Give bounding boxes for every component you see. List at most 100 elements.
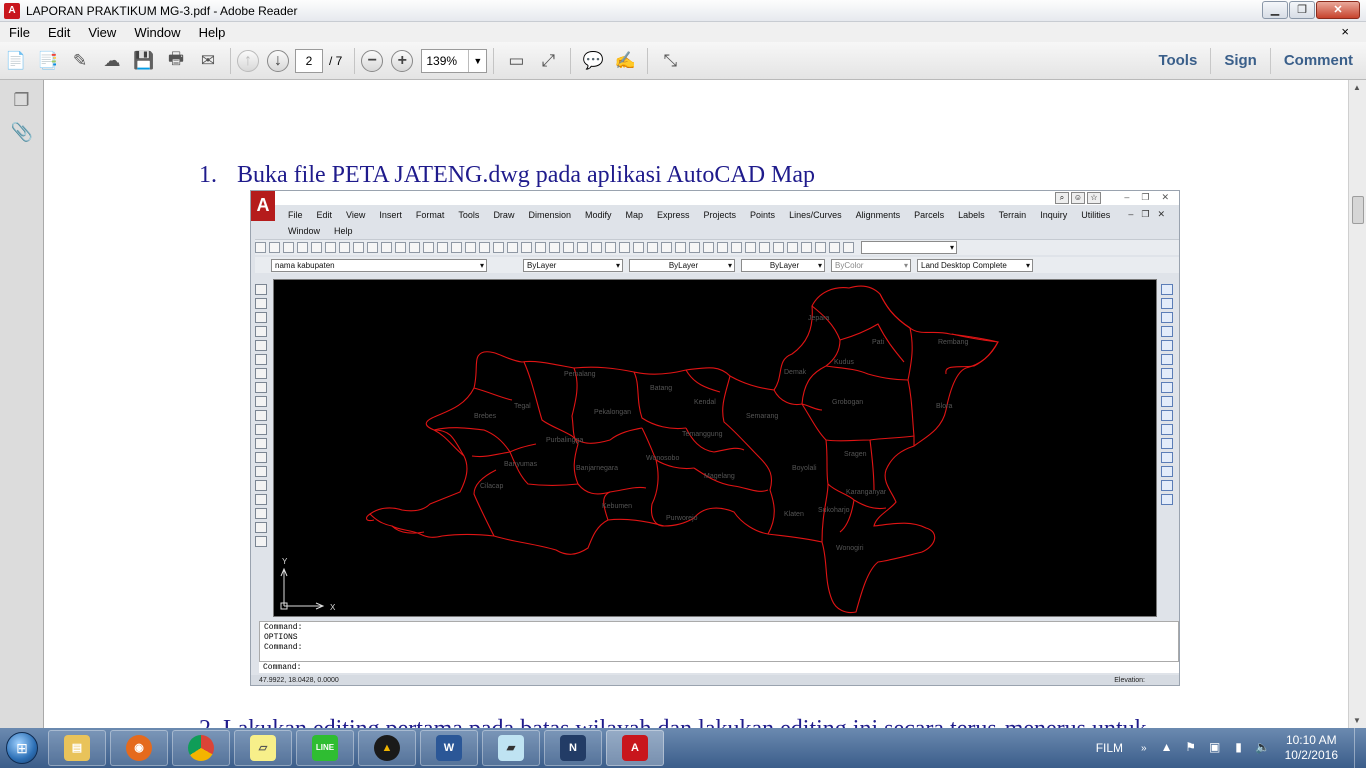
menu-bar: File Edit View Window Help × [0, 22, 1366, 42]
page-number-input[interactable]: 2 [295, 48, 323, 73]
step-1: 1. Buka file PETA JATENG.dwg pada aplikas… [199, 162, 815, 189]
acad-menu-item: Inquiry [1040, 210, 1068, 220]
security-icon[interactable]: ▣ [1207, 740, 1223, 756]
print-icon[interactable]: 🖶 [162, 47, 190, 75]
lineweight-dropdown: ByLayer [741, 258, 825, 272]
menu-help[interactable]: Help [190, 25, 235, 40]
cloud-upload-icon[interactable]: ☁ [98, 47, 126, 75]
page-thumbnails-icon[interactable]: ❐ [11, 90, 33, 112]
email-icon[interactable]: ✉ [194, 47, 222, 75]
taskbar-notepad[interactable]: ▰ [482, 730, 540, 766]
minimize-button[interactable]: ▁ [1262, 1, 1288, 19]
workspace-dropdown: Land Desktop Complete [917, 258, 1033, 272]
taskbar-firefox[interactable]: ◉ [110, 730, 168, 766]
command-line: Command: [264, 623, 303, 632]
taskbar-line[interactable]: LINE [296, 730, 354, 766]
menu-window[interactable]: Window [125, 25, 189, 40]
clock[interactable]: 10:10 AM 10/2/2016 [1285, 733, 1338, 763]
acad-style-dropdown [861, 241, 957, 254]
system-tray: FILM » ▲ ⚑ ▣ ▮ 🔈 10:10 AM 10/2/2016 [1096, 728, 1366, 768]
region-label: Klaten [784, 511, 804, 518]
autocad-screenshot: ⌕ ☺ ☆ – ❐ ✕ A File Edit View Insert Format T… [250, 190, 1180, 686]
save-icon[interactable]: 💾 [130, 47, 158, 75]
restore-icon: ❐ [1141, 192, 1150, 202]
acad-menu-item: View [346, 210, 366, 220]
taskbar-acrobat[interactable]: A [606, 730, 664, 766]
tools-link[interactable]: Tools [1145, 48, 1210, 74]
taskbar-archicad[interactable]: ▲ [358, 730, 416, 766]
attachments-icon[interactable]: 📎 [11, 122, 33, 144]
ucs-icon [280, 567, 325, 610]
toolbar-separator [647, 47, 649, 74]
acrobat-icon: A [622, 735, 648, 761]
region-label: Tegal [514, 403, 531, 410]
chrome-icon [188, 735, 214, 761]
region-label: Magelang [704, 473, 735, 480]
zoom-value: 139% [426, 53, 458, 68]
taskbar-explorer[interactable]: ▤ [48, 730, 106, 766]
coordinates-readout: 47.9922, 18.0428, 0.0000 [259, 677, 339, 684]
star-icon: ☆ [1087, 192, 1101, 204]
scroll-up-icon[interactable]: ▲ [1353, 83, 1361, 92]
menu-file[interactable]: File [0, 25, 39, 40]
autocad-top-strip [251, 191, 1179, 205]
previous-page-button[interactable]: ↑ [237, 49, 259, 72]
autocad-modify-toolbar [1159, 281, 1175, 541]
plotstyle-dropdown: ByColor [831, 258, 911, 272]
network-icon[interactable]: ▮ [1231, 740, 1247, 756]
full-screen-icon[interactable]: ⤡ [656, 47, 684, 75]
autocad-standard-toolbar [255, 239, 1179, 255]
comment-icon[interactable]: 💬 [579, 47, 607, 75]
show-hidden-icons-icon[interactable]: ▲ [1159, 740, 1175, 756]
autocad-layers-toolbar: nama kabupaten ByLayer ByLayer ByLayer B… [255, 257, 1179, 273]
region-label: Batang [650, 385, 672, 392]
create-pdf-icon[interactable]: 📄 [2, 47, 30, 75]
close-document-icon[interactable]: × [1332, 24, 1358, 39]
command-line: Command: [264, 643, 303, 652]
comment-link[interactable]: Comment [1269, 48, 1366, 74]
acad-menu-item: Dimension [528, 210, 571, 220]
scroll-down-icon[interactable]: ▼ [1353, 716, 1361, 725]
fit-width-icon[interactable]: ⤢ [534, 47, 562, 75]
taskbar: ⊞ ▤ ◉ ▱ LINE ▲ W ▰ N A FILM » ▲ ⚑ ▣ ▮ 🔈 … [0, 728, 1366, 768]
highlight-icon[interactable]: ✍ [611, 47, 639, 75]
autocad-logo: A [251, 191, 275, 221]
taskbar-word[interactable]: W [420, 730, 478, 766]
zoom-in-button[interactable]: + [391, 49, 414, 72]
menu-edit[interactable]: Edit [39, 25, 79, 40]
restore-button[interactable]: ❐ [1289, 1, 1315, 19]
tray-expand-icon[interactable]: » [1141, 743, 1147, 754]
layer-dropdown: nama kabupaten [271, 258, 487, 272]
menu-view[interactable]: View [79, 25, 125, 40]
acad-menu-item: Tools [458, 210, 480, 220]
acad-menu-item: Modify [584, 210, 612, 220]
next-page-button[interactable]: ↓ [267, 49, 289, 72]
autocad-info-tools: ⌕ ☺ ☆ [1055, 192, 1101, 204]
fit-page-icon[interactable]: ▭ [502, 47, 530, 75]
autocad-command-prompt: Command: [259, 661, 1179, 673]
sticky-notes-icon: ▱ [250, 735, 276, 761]
minimize-icon: – [1124, 192, 1130, 202]
zoom-out-button[interactable]: − [361, 49, 384, 72]
page-total: / 7 [329, 53, 343, 68]
open-file-icon[interactable]: 📑 [34, 47, 62, 75]
scroll-thumb[interactable] [1352, 196, 1364, 224]
start-button[interactable]: ⊞ [0, 729, 44, 767]
ucs-y-label: Y [282, 557, 288, 566]
region-label: Pati [872, 339, 885, 346]
region-label: Sragen [844, 451, 867, 458]
vertical-scrollbar[interactable]: ▲ ▼ [1348, 80, 1366, 728]
taskbar-sticky-notes[interactable]: ▱ [234, 730, 292, 766]
autocad-window-controls: – ❐ ✕ [1124, 192, 1169, 203]
show-desktop-button[interactable] [1354, 728, 1366, 768]
taskbar-chrome[interactable] [172, 730, 230, 766]
region-label: Boyolali [792, 465, 817, 472]
sign-link[interactable]: Sign [1210, 48, 1270, 74]
edit-pdf-icon[interactable]: ✎ [66, 47, 94, 75]
acad-menu-item: Window [288, 226, 321, 236]
action-center-icon[interactable]: ⚑ [1183, 740, 1199, 756]
taskbar-navisworks[interactable]: N [544, 730, 602, 766]
volume-icon[interactable]: 🔈 [1255, 740, 1271, 756]
zoom-select[interactable]: 139% ▼ [421, 48, 488, 73]
close-button[interactable]: ✕ [1316, 1, 1360, 19]
